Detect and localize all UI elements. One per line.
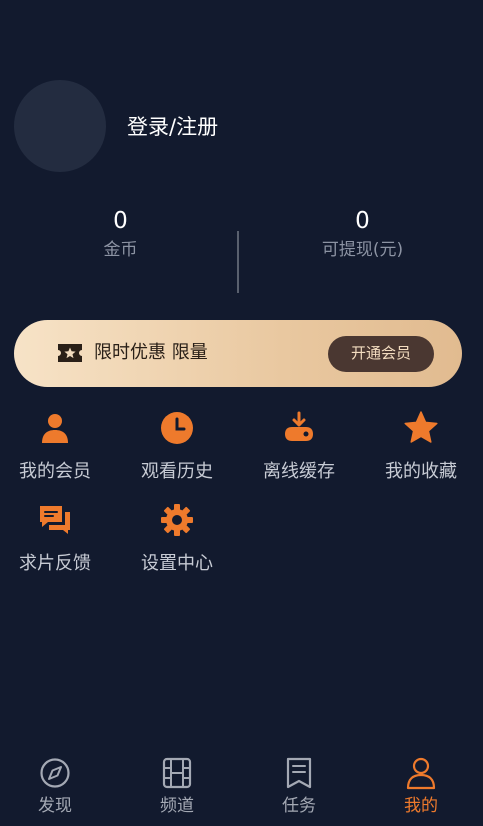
chat-icon: [40, 506, 70, 534]
menu-item-favorites[interactable]: 我的收藏: [361, 410, 481, 484]
tab-tasks[interactable]: 任务: [239, 756, 359, 818]
profile-header: 登录/注册: [14, 80, 218, 172]
vip-promo-banner[interactable]: 限时优惠 限量 开通会员: [14, 320, 462, 387]
menu-item-label: 求片反馈: [19, 553, 91, 574]
menu-item-label: 我的会员: [19, 461, 91, 482]
tab-channels[interactable]: 频道: [117, 756, 237, 818]
avatar[interactable]: [14, 80, 106, 172]
star-icon: [404, 411, 438, 443]
task-icon: [286, 757, 312, 789]
tab-label: 任务: [282, 796, 316, 816]
menu-item-offline-cache[interactable]: 离线缓存: [239, 410, 359, 484]
coins-stat[interactable]: 0 金币: [0, 205, 241, 263]
gear-icon: [161, 504, 193, 536]
tab-discover[interactable]: 发现: [0, 756, 115, 818]
menu-item-label: 设置中心: [141, 553, 213, 574]
tab-mine[interactable]: 我的: [361, 756, 481, 818]
menu-item-label: 离线缓存: [263, 461, 335, 482]
tab-label: 发现: [38, 796, 72, 816]
stats-divider: [237, 231, 239, 293]
coins-label: 金币: [103, 240, 138, 260]
coins-value: 0: [113, 208, 128, 234]
compass-icon: [40, 758, 70, 788]
menu-item-history[interactable]: 观看历史: [117, 410, 237, 484]
tab-label: 我的: [404, 796, 438, 816]
person-icon: [42, 414, 68, 443]
withdrawable-value: 0: [355, 208, 370, 234]
download-icon: [285, 411, 313, 441]
login-register-link[interactable]: 登录/注册: [127, 111, 218, 141]
stats-panel: 0 金币 0 可提现(元): [0, 205, 483, 295]
withdrawable-stat[interactable]: 0 可提现(元): [242, 205, 483, 263]
menu-item-label: 观看历史: [141, 461, 213, 482]
film-icon: [162, 757, 192, 789]
tab-label: 频道: [160, 796, 194, 816]
menu-item-label: 我的收藏: [385, 461, 457, 482]
ticket-star-icon: [58, 344, 82, 362]
clock-icon: [161, 412, 193, 444]
bottom-tab-bar: 发现 频道 任务 我的: [0, 742, 483, 826]
menu-item-request-feedback[interactable]: 求片反馈: [0, 502, 115, 576]
menu-item-membership[interactable]: 我的会员: [0, 410, 115, 484]
open-vip-button[interactable]: 开通会员: [328, 336, 434, 372]
menu-item-settings[interactable]: 设置中心: [117, 502, 237, 576]
withdrawable-label: 可提现(元): [321, 240, 404, 260]
person-outline-icon: [406, 757, 436, 790]
vip-promo-text: 限时优惠 限量: [94, 342, 208, 363]
